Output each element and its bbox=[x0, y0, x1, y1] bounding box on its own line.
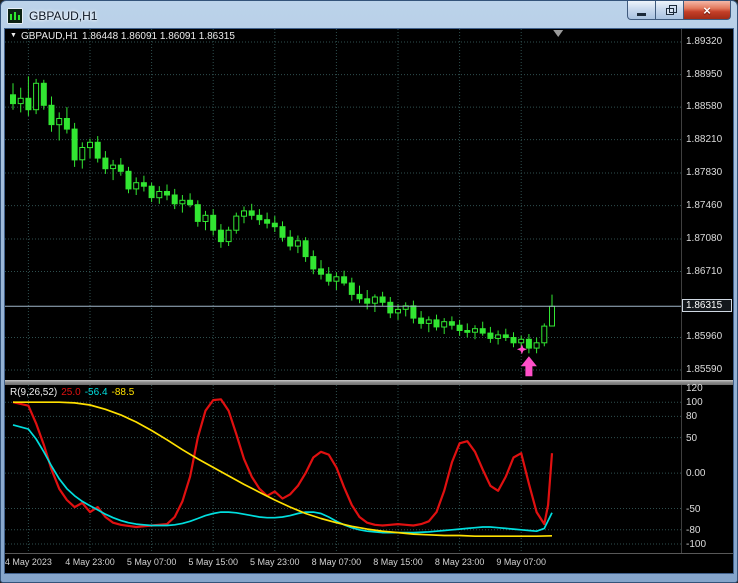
window-controls: × bbox=[627, 1, 731, 20]
price-label: 1.89320 bbox=[686, 36, 723, 47]
symbol-dropdown-icon[interactable]: ▼ bbox=[10, 32, 17, 39]
indicator-axis-label: 100 bbox=[686, 397, 703, 409]
time-label: 5 May 15:00 bbox=[188, 557, 238, 567]
candles bbox=[10, 76, 555, 354]
shift-marker bbox=[553, 30, 564, 37]
indicator-axis-label: -80 bbox=[686, 524, 701, 536]
time-label: 4 May 23:00 bbox=[65, 557, 115, 567]
indicator-value: -88.5 bbox=[111, 387, 135, 398]
candlestick-plot bbox=[5, 29, 681, 380]
indicator-value: 25.0 bbox=[61, 387, 81, 398]
time-axis[interactable]: 4 May 2023 4 May 23:00 5 May 07:00 5 May 15… bbox=[5, 553, 733, 573]
ohlc-values: 1.86448 1.86091 1.86091 1.86315 bbox=[82, 31, 235, 42]
window-title: GBPAUD,H1 bbox=[29, 8, 98, 23]
indicator-plot bbox=[5, 385, 681, 553]
price-label: 1.87830 bbox=[686, 167, 723, 179]
chart-window-icon[interactable] bbox=[7, 7, 23, 24]
restore-button[interactable] bbox=[656, 1, 684, 20]
indicator-axis-label: 50 bbox=[686, 432, 698, 444]
price-label: 1.87460 bbox=[686, 199, 723, 211]
time-label: 8 May 23:00 bbox=[434, 557, 485, 567]
indicator-axis-label: 80 bbox=[686, 411, 698, 423]
star-marker[interactable] bbox=[516, 344, 527, 355]
price-label: 1.88950 bbox=[686, 68, 723, 80]
indicator-axis-label: -50 bbox=[686, 503, 701, 515]
time-label: 9 May 07:00 bbox=[496, 557, 546, 567]
indicator-axis-label: 120 bbox=[686, 383, 703, 394]
indicator-axis-label: 0.00 bbox=[686, 468, 706, 480]
symbol-period-label: GBPAUD,H1 bbox=[20, 31, 78, 42]
price-label: 1.88210 bbox=[686, 133, 723, 145]
indicator-pane: R(9,26,52) 25.0 -56.4 -88.5 120 100 80 50 0.00 -… bbox=[5, 383, 733, 553]
buy-arrow-marker[interactable] bbox=[520, 356, 537, 377]
time-label: 4 May 2023 bbox=[4, 557, 52, 567]
indicator-value: -56.4 bbox=[84, 387, 108, 398]
mt4-chart-window: GBPAUD,H1 × ▼ GBPAUD,H1 1.86448 1.86091 1.… bbox=[0, 0, 738, 583]
chart-area: ▼ GBPAUD,H1 1.86448 1.86091 1.86091 1.8631… bbox=[4, 28, 734, 574]
indicator-chart[interactable] bbox=[5, 385, 681, 553]
main-chart-pane: ▼ GBPAUD,H1 1.86448 1.86091 1.86091 1.8631… bbox=[5, 29, 733, 380]
indicator-values: 25.0 -56.4 -88.5 bbox=[61, 387, 138, 398]
minimize-icon bbox=[637, 12, 646, 16]
indicator-overlay: R(9,26,52) 25.0 -56.4 -88.5 bbox=[10, 387, 142, 398]
price-label: 1.85960 bbox=[686, 331, 723, 343]
chart-ohlc-overlay: ▼ GBPAUD,H1 1.86448 1.86091 1.86091 1.8631… bbox=[10, 31, 239, 42]
time-label: 8 May 07:00 bbox=[311, 557, 362, 567]
time-label: 5 May 07:00 bbox=[126, 557, 177, 567]
price-label: 1.87080 bbox=[686, 233, 723, 244]
current-price-tag: 1.86315 bbox=[682, 299, 732, 313]
price-label: 1.85590 bbox=[686, 364, 723, 376]
indicator-axis-label: -100 bbox=[686, 538, 707, 550]
time-label: 8 May 15:00 bbox=[373, 557, 423, 567]
price-axis[interactable]: 1.86315 1.89320 1.88950 1.88580 1.88210 1.87… bbox=[681, 29, 733, 380]
grid-lines bbox=[5, 29, 681, 380]
restore-icon bbox=[665, 5, 677, 15]
r52-line bbox=[13, 401, 553, 538]
close-button[interactable]: × bbox=[684, 1, 731, 20]
price-label: 1.88580 bbox=[686, 101, 723, 113]
minimize-button[interactable] bbox=[627, 1, 656, 20]
r26-line bbox=[12, 424, 553, 534]
candlestick-chart[interactable] bbox=[5, 29, 681, 380]
indicator-axis[interactable]: 120 100 80 50 0.00 -50 -80 -100 bbox=[681, 383, 733, 553]
close-icon: × bbox=[703, 2, 711, 18]
title-bar[interactable]: GBPAUD,H1 × bbox=[4, 1, 734, 28]
price-label: 1.86710 bbox=[686, 265, 723, 277]
time-label: 5 May 23:00 bbox=[250, 557, 300, 567]
indicator-name: R(9,26,52) bbox=[10, 387, 58, 398]
